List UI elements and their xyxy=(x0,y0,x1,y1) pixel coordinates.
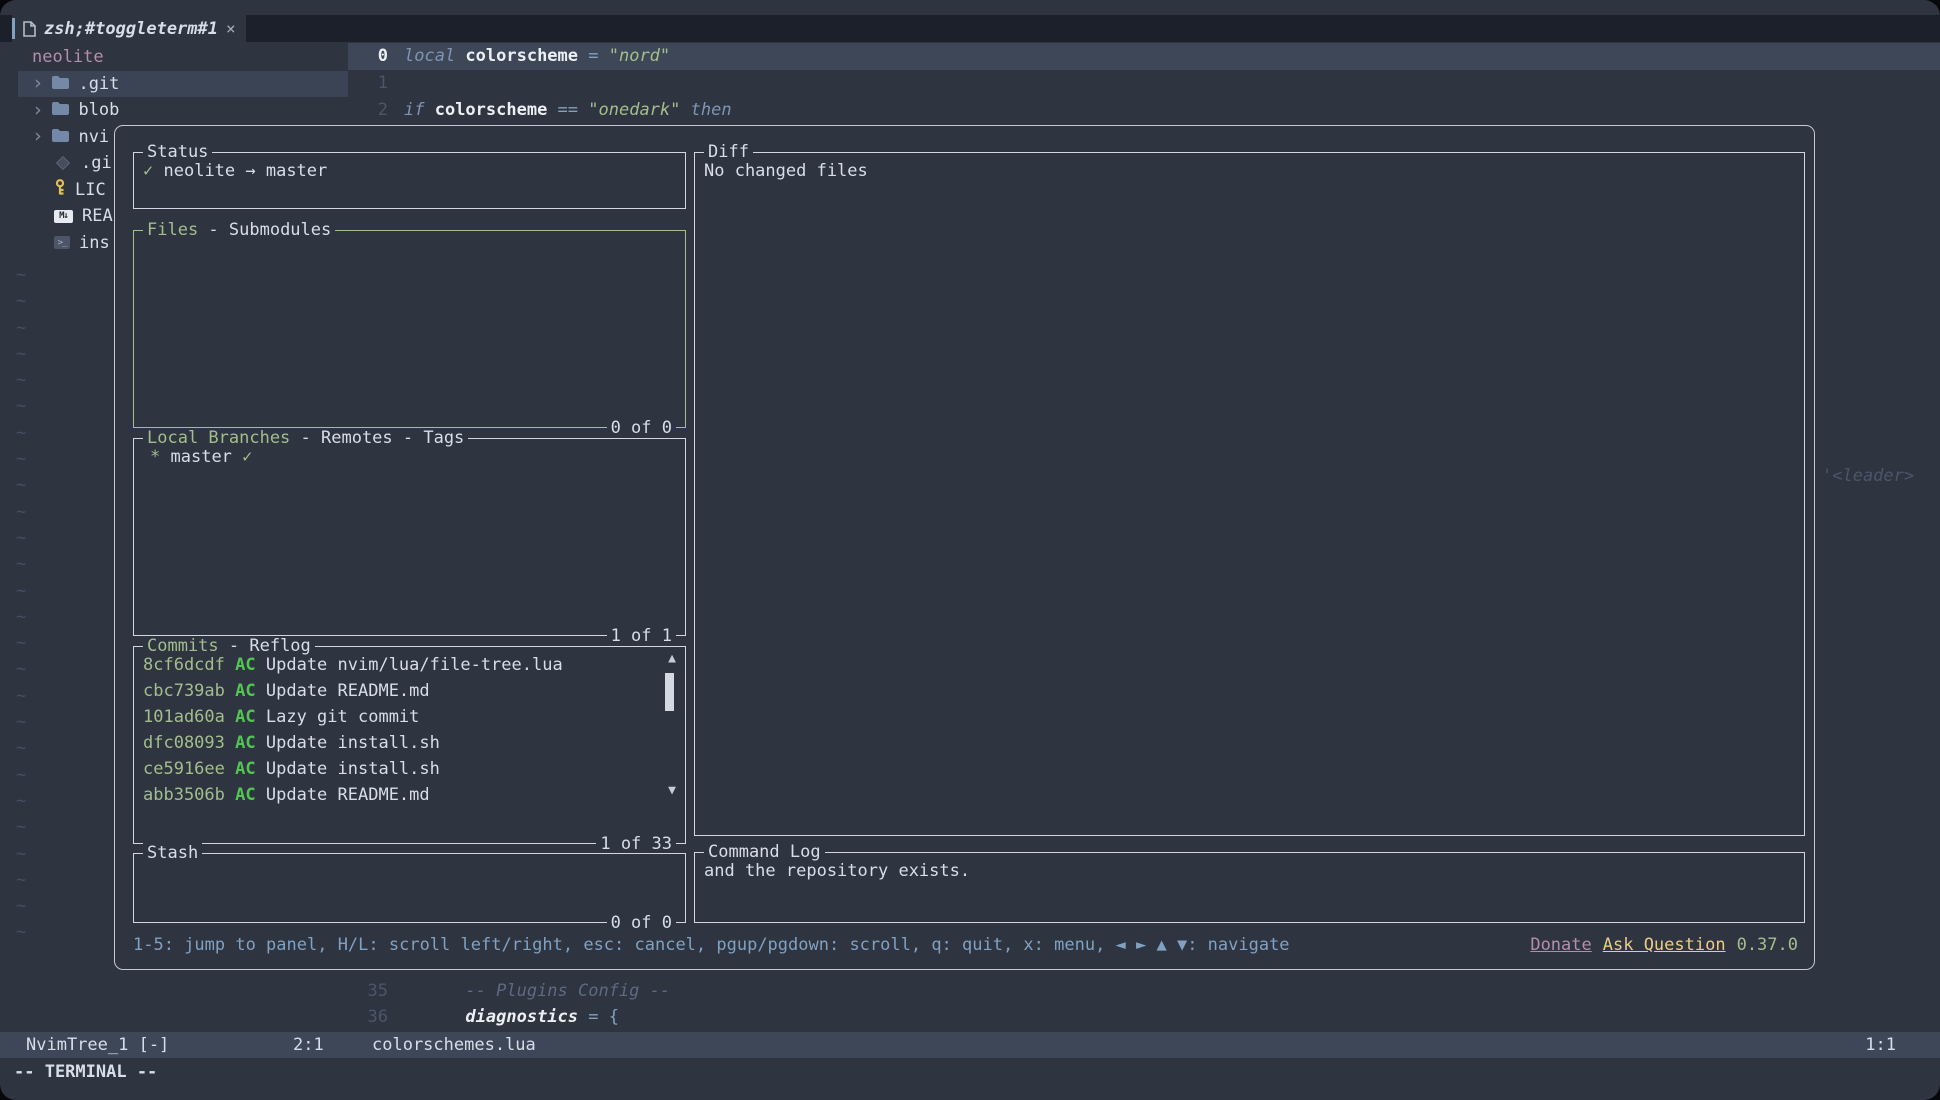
filename: colorschemes.lua xyxy=(372,1032,536,1058)
terminal-script-icon: >_ xyxy=(54,236,70,249)
main-content: 0 local colorscheme = "nord" 1 2 if colo… xyxy=(0,42,1940,1032)
tree-root[interactable]: neolite xyxy=(18,44,348,71)
line-number: 36 xyxy=(348,1004,388,1031)
files-count: 0 of 0 xyxy=(607,418,676,438)
markdown-icon: M↓ xyxy=(54,210,73,223)
commit-row[interactable]: ce5916ee AC Update install.sh xyxy=(143,756,645,782)
folder-icon xyxy=(52,100,69,120)
active-tab-indicator xyxy=(12,18,15,39)
commit-row[interactable]: 101ad60a AC Lazy git commit xyxy=(143,704,645,730)
git-icon xyxy=(56,156,70,170)
scrollbar-thumb[interactable] xyxy=(665,673,674,711)
folder-icon xyxy=(52,127,69,147)
statusline: NvimTree_1 [-] 2:1 colorschemes.lua 1:1 xyxy=(0,1032,1940,1058)
panel-commits[interactable]: Commits - Reflog 8cf6dcdf AC Update nvim… xyxy=(133,646,686,844)
scroll-down-icon[interactable]: ▼ xyxy=(668,783,676,798)
commit-row[interactable]: cbc739ab AC Update README.md xyxy=(143,678,645,704)
command-log-content: and the repository exists. xyxy=(695,853,1804,889)
status-content: ✓ neolite → master xyxy=(134,153,685,189)
check-icon: ✓ xyxy=(242,447,252,467)
stash-count: 0 of 0 xyxy=(607,913,676,933)
line-number: 2 xyxy=(348,97,388,124)
keybinding-hints: 1-5: jump to panel, H/L: scroll left/rig… xyxy=(133,935,1290,955)
commits-scrollbar[interactable]: ▲ ▼ xyxy=(662,651,676,839)
editor-line-36: 36 diagnostics = { xyxy=(0,1004,1940,1031)
panel-title: Status xyxy=(143,142,212,162)
chevron-right-icon: › xyxy=(32,127,43,146)
terminal-window: zsh;#toggleterm#1 × 0 local colorscheme … xyxy=(0,0,1940,1100)
chevron-right-icon: › xyxy=(32,74,43,93)
folder-icon xyxy=(52,74,69,94)
panel-diff[interactable]: Diff No changed files xyxy=(694,152,1805,836)
panel-title: Command Log xyxy=(704,842,825,862)
branches-count: 1 of 1 xyxy=(607,626,676,646)
commits-count: 1 of 33 xyxy=(596,834,676,854)
line-number: 35 xyxy=(348,978,388,1005)
file-icon xyxy=(23,21,36,37)
window-name: NvimTree_1 [-] xyxy=(26,1032,169,1058)
key-icon xyxy=(54,179,66,201)
line-number: 0 xyxy=(348,43,388,70)
commit-row[interactable]: abb3506b AC Update README.md xyxy=(143,782,645,808)
tree-cursor-position: 2:1 xyxy=(293,1032,324,1058)
tree-item-blob-folder[interactable]: › blob xyxy=(18,97,348,124)
donate-link[interactable]: Donate xyxy=(1530,935,1591,955)
close-icon[interactable]: × xyxy=(226,19,236,38)
desktop-background: zsh;#toggleterm#1 × 0 local colorscheme … xyxy=(0,0,1940,1100)
file-cursor-position: 1:1 xyxy=(1865,1032,1896,1058)
panel-title: Files - Submodules xyxy=(143,220,335,240)
panel-title: Commits - Reflog xyxy=(143,636,315,656)
leader-hint-text: '<leader> xyxy=(1822,466,1914,486)
empty-line-markers: ~~~~~~~~~~~~~~~~~~~~~~~~~~ xyxy=(16,262,26,946)
panel-stash[interactable]: Stash 0 of 0 xyxy=(133,853,686,923)
editor-line-35: 35 -- Plugins Config -- xyxy=(0,978,1940,1005)
version-label: 0.37.0 xyxy=(1737,935,1798,955)
chevron-right-icon: › xyxy=(32,101,43,120)
tabline: zsh;#toggleterm#1 × xyxy=(0,15,1940,42)
lazygit-window: Status ✓ neolite → master Files - Submod… xyxy=(114,125,1815,970)
panel-title: Diff xyxy=(704,142,753,162)
panel-command-log[interactable]: Command Log and the repository exists. xyxy=(694,852,1805,923)
panel-title: Stash xyxy=(143,843,202,863)
tab-zsh-toggleterm[interactable]: zsh;#toggleterm#1 × xyxy=(12,15,246,42)
panel-files[interactable]: Files - Submodules 0 of 0 xyxy=(133,230,686,428)
panel-branches[interactable]: Local Branches - Remotes - Tags * master… xyxy=(133,438,686,636)
panel-status[interactable]: Status ✓ neolite → master xyxy=(133,152,686,209)
lazygit-help-bar: 1-5: jump to panel, H/L: scroll left/rig… xyxy=(133,931,1798,958)
panel-title: Local Branches - Remotes - Tags xyxy=(143,428,468,448)
ask-question-link[interactable]: Ask Question xyxy=(1603,935,1726,955)
diff-content: No changed files xyxy=(695,153,1804,189)
mode-indicator: -- TERMINAL -- xyxy=(0,1058,1940,1086)
line-number: 1 xyxy=(348,70,388,97)
current-branch-marker: * xyxy=(150,447,160,467)
scroll-up-icon[interactable]: ▲ xyxy=(668,651,676,666)
tab-label: zsh;#toggleterm#1 xyxy=(44,19,218,39)
commit-row[interactable]: dfc08093 AC Update install.sh xyxy=(143,730,645,756)
check-icon: ✓ xyxy=(143,161,153,181)
tree-item-git-folder[interactable]: › .git xyxy=(18,71,348,98)
